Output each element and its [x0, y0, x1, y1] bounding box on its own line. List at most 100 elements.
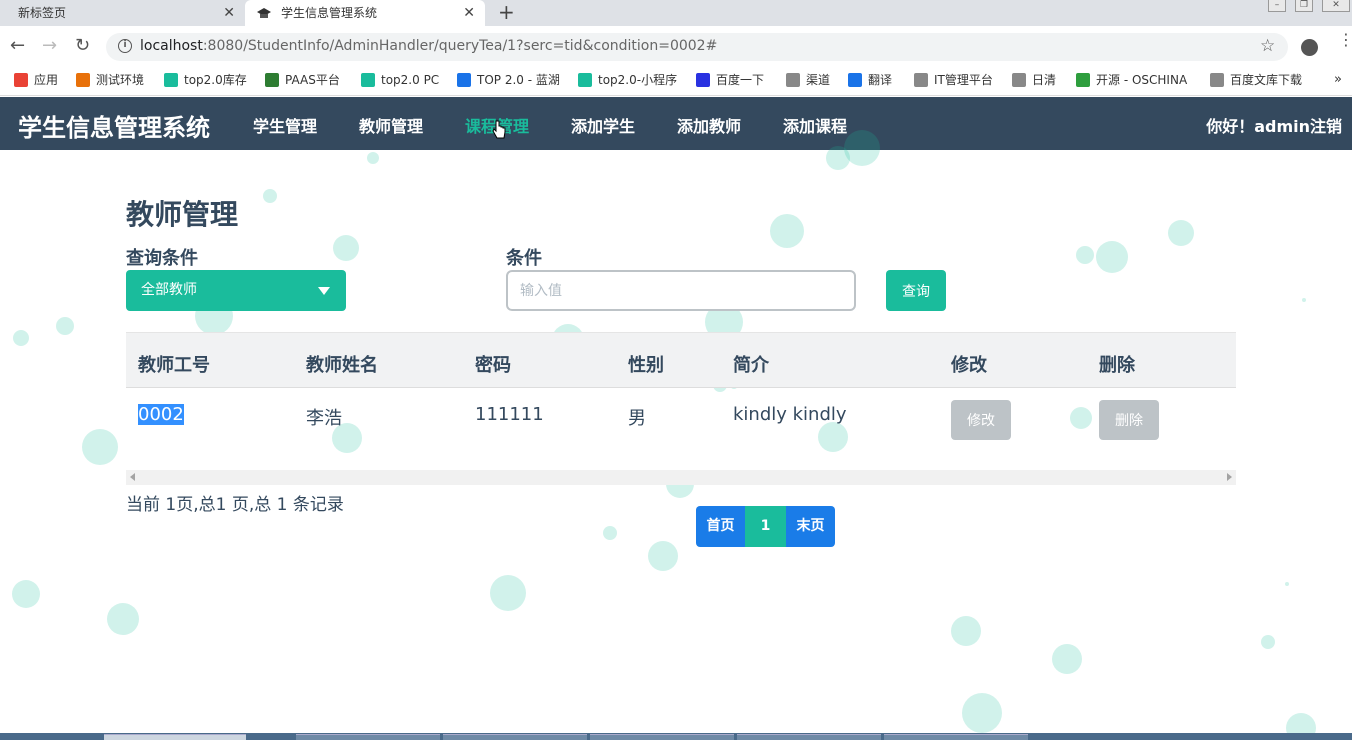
decorative-bubble: [826, 146, 850, 170]
header-gender: 性别: [628, 355, 664, 376]
current-page-button[interactable]: 1: [745, 506, 786, 547]
close-tab-icon[interactable]: ✕: [223, 0, 235, 26]
header-edit: 修改: [951, 355, 987, 376]
bookmark-label: top2.0-小程序: [598, 73, 678, 87]
restore-window-icon[interactable]: ❐: [1295, 0, 1313, 12]
bookmark-label: 百度一下: [716, 73, 765, 87]
taskbar-item[interactable]: [884, 734, 1028, 740]
more-bookmarks-chevron-icon[interactable]: »: [1334, 72, 1342, 88]
bookmark-icon: [14, 73, 28, 87]
decorative-bubble: [962, 693, 1002, 733]
query-condition-select[interactable]: 全部教师: [126, 270, 346, 311]
bookmark-item[interactable]: 应用: [14, 72, 58, 88]
decorative-bubble: [490, 575, 526, 611]
decorative-bubble: [1261, 635, 1275, 649]
first-page-button[interactable]: 首页: [696, 506, 745, 547]
horizontal-scrollbar[interactable]: [126, 470, 1236, 485]
back-arrow-icon[interactable]: ←: [10, 36, 25, 56]
decorative-bubble: [333, 235, 359, 261]
scroll-left-arrow-icon[interactable]: [130, 473, 135, 481]
bookmark-icon: [164, 73, 178, 87]
greeting-logout[interactable]: 你好！admin注销: [1206, 113, 1342, 137]
decorative-bubble: [13, 330, 29, 346]
taskbar-item[interactable]: [104, 734, 246, 740]
header-delete: 删除: [1099, 355, 1135, 376]
delete-button[interactable]: 删除: [1099, 400, 1159, 440]
forward-arrow-icon[interactable]: →: [42, 36, 57, 56]
table-header: 教师工号 教师姓名 密码 性别 简介 修改 删除: [126, 332, 1236, 388]
cell-intro: kindly kindly: [733, 404, 847, 425]
bookmark-item[interactable]: TOP 2.0 - 蓝湖: [457, 72, 560, 88]
bookmark-icon: [457, 73, 471, 87]
bookmark-icon: [578, 73, 592, 87]
nav-add-course[interactable]: 添加课程: [783, 113, 847, 137]
bookmark-item[interactable]: top2.0库存: [164, 72, 247, 88]
bookmark-item[interactable]: 开源 - OSCHINA: [1076, 72, 1187, 88]
bookmark-star-icon[interactable]: ☆: [1260, 36, 1275, 56]
edit-button[interactable]: 修改: [951, 400, 1011, 440]
bookmark-item[interactable]: top2.0-小程序: [578, 72, 677, 88]
nav-student-management[interactable]: 学生管理: [253, 113, 317, 137]
page-title: 教师管理: [126, 198, 239, 231]
last-page-button[interactable]: 末页: [786, 506, 835, 547]
bookmark-icon: [1012, 73, 1026, 87]
close-window-icon[interactable]: ✕: [1322, 0, 1350, 12]
bookmark-label: IT管理平台: [934, 73, 993, 87]
header-password: 密码: [475, 355, 511, 376]
decorative-bubble: [818, 422, 848, 452]
taskbar-item[interactable]: [737, 734, 881, 740]
bookmark-label: 渠道: [806, 73, 831, 87]
app-brand[interactable]: 学生信息管理系统: [18, 108, 210, 143]
profile-avatar-icon[interactable]: [1301, 39, 1318, 56]
bookmark-item[interactable]: 翻译: [848, 72, 892, 88]
bookmark-item[interactable]: 日清: [1012, 72, 1056, 88]
bookmark-icon: [265, 73, 279, 87]
tab-title: 学生信息管理系统: [281, 6, 378, 20]
tab-student-system[interactable]: 学生信息管理系统 ✕: [245, 0, 485, 26]
bookmark-item[interactable]: 百度一下: [696, 72, 764, 88]
bookmark-icon: [786, 73, 800, 87]
condition-input[interactable]: [506, 270, 856, 311]
nav-add-student[interactable]: 添加学生: [571, 113, 635, 137]
bookmark-icon: [1210, 73, 1224, 87]
scroll-right-arrow-icon[interactable]: [1227, 473, 1232, 481]
query-condition-label: 查询条件: [126, 248, 198, 269]
bookmark-label: 测试环境: [96, 73, 145, 87]
bookmark-icon: [1076, 73, 1090, 87]
decorative-bubble: [1096, 241, 1128, 273]
site-info-icon[interactable]: i: [118, 39, 132, 53]
decorative-bubble: [367, 152, 379, 164]
reload-icon[interactable]: ↻: [75, 36, 90, 56]
url-text[interactable]: localhost:8080/StudentInfo/AdminHandler/…: [140, 38, 717, 54]
bookmark-item[interactable]: 测试环境: [76, 72, 144, 88]
bookmark-label: top2.0 PC: [381, 73, 440, 87]
bookmark-label: 开源 - OSCHINA: [1096, 73, 1188, 87]
taskbar-item[interactable]: [296, 734, 440, 740]
bookmark-item[interactable]: IT管理平台: [914, 72, 993, 88]
cell-teacher-id: 0002: [138, 404, 184, 425]
tab-title: 新标签页: [18, 6, 67, 20]
bookmark-item[interactable]: 渠道: [786, 72, 830, 88]
decorative-bubble: [951, 616, 981, 646]
bookmark-item[interactable]: 百度文库下载: [1210, 72, 1302, 88]
bookmark-label: TOP 2.0 - 蓝湖: [477, 73, 560, 87]
taskbar-item[interactable]: [443, 734, 587, 740]
nav-teacher-management[interactable]: 教师管理: [359, 113, 423, 137]
select-value: 全部教师: [141, 282, 197, 298]
nav-add-teacher[interactable]: 添加教师: [677, 113, 741, 137]
decorative-bubble: [770, 214, 804, 248]
decorative-bubble: [648, 541, 678, 571]
close-tab-icon[interactable]: ✕: [463, 0, 475, 26]
bookmark-icon: [848, 73, 862, 87]
bookmark-label: PAAS平台: [285, 73, 340, 87]
query-button[interactable]: 查询: [886, 270, 946, 311]
browser-menu-icon[interactable]: ⋮: [1338, 32, 1352, 48]
tab-new-tab[interactable]: 新标签页 ✕: [0, 0, 245, 26]
decorative-bubble: [1070, 407, 1092, 429]
url-path: :8080/StudentInfo/AdminHandler/queryTea/…: [202, 38, 718, 54]
new-tab-plus-icon[interactable]: +: [498, 0, 515, 24]
bookmark-item[interactable]: top2.0 PC: [361, 72, 439, 88]
minimize-window-icon[interactable]: –: [1268, 0, 1286, 12]
taskbar-item[interactable]: [590, 734, 734, 740]
bookmark-item[interactable]: PAAS平台: [265, 72, 340, 88]
